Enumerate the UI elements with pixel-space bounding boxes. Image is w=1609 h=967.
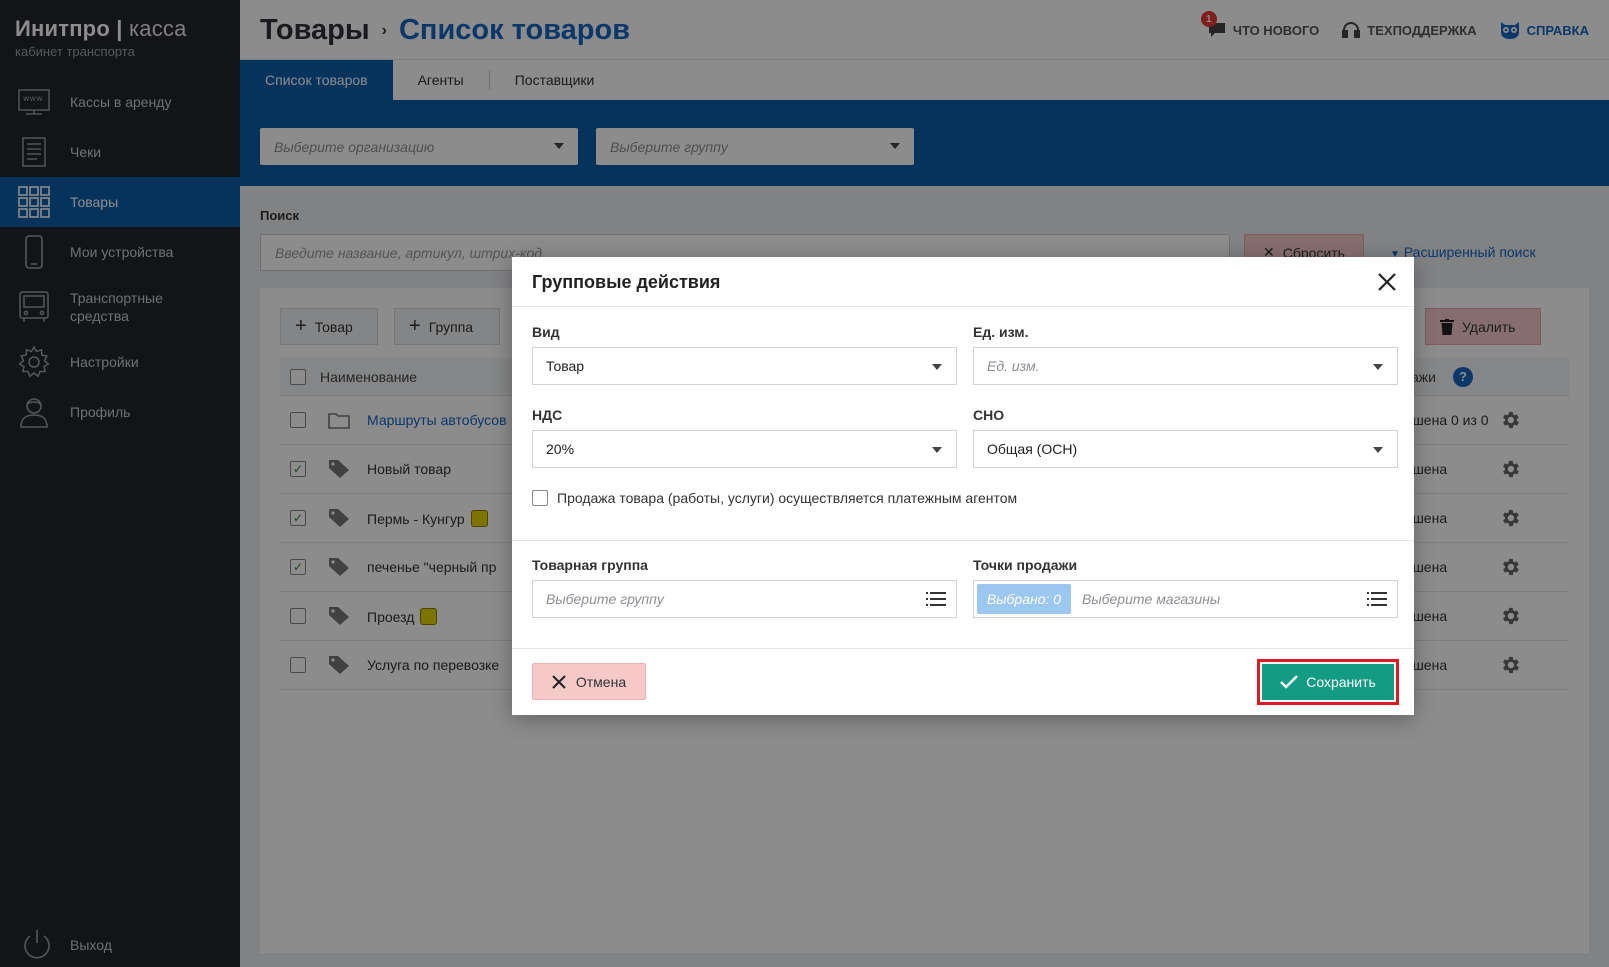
tax-system-value: Общая (ОСН) <box>987 441 1078 457</box>
sale-points-select[interactable]: Выбрано: 0 Выберите магазины <box>973 580 1398 618</box>
save-highlight-frame: Сохранить <box>1257 659 1399 705</box>
unit-label: Ед. изм. <box>973 324 1029 340</box>
product-group-label: Товарная группа <box>532 557 648 573</box>
dialog-title: Групповые действия <box>532 272 721 292</box>
type-select[interactable]: Товар <box>532 347 957 385</box>
caret-down-icon <box>1373 447 1383 453</box>
vat-select[interactable]: 20% <box>532 430 957 468</box>
product-group-placeholder: Выберите группу <box>546 591 664 607</box>
caret-down-icon <box>932 447 942 453</box>
caret-down-icon <box>1373 364 1383 370</box>
dialog-divider <box>512 648 1414 649</box>
cancel-label: Отмена <box>575 673 627 690</box>
dialog-divider <box>512 540 1414 541</box>
unit-select[interactable]: Ед. изм. <box>973 347 1398 385</box>
sale-points-label: Точки продажи <box>973 557 1078 573</box>
dialog-header: Групповые действия <box>512 257 1414 307</box>
unit-select-placeholder: Ед. изм. <box>987 358 1040 374</box>
checkmark-icon <box>1280 675 1299 689</box>
list-icon <box>926 592 946 606</box>
payment-agent-checkbox[interactable] <box>532 490 548 506</box>
close-icon <box>552 674 566 689</box>
vat-select-value: 20% <box>546 441 575 457</box>
group-actions-dialog: Групповые действия Вид Товар Ед. изм. Ед… <box>512 257 1414 715</box>
tax-system-select[interactable]: Общая (ОСН) <box>973 430 1398 468</box>
type-select-value: Товар <box>546 358 585 374</box>
vat-label: НДС <box>532 407 563 423</box>
payment-agent-label: Продажа товара (работы, услуги) осуществ… <box>557 490 1018 506</box>
cancel-button[interactable]: Отмена <box>532 663 646 700</box>
tax-system-label: СНО <box>973 407 1005 423</box>
selected-count-badge: Выбрано: 0 <box>977 584 1071 614</box>
sale-points-placeholder: Выберите магазины <box>1082 591 1221 607</box>
product-group-select[interactable]: Выберите группу <box>532 580 957 618</box>
save-label: Сохранить <box>1306 674 1376 690</box>
payment-agent-option[interactable]: Продажа товара (работы, услуги) осуществ… <box>532 490 1017 506</box>
list-icon <box>1367 592 1387 606</box>
close-icon[interactable] <box>1376 271 1398 293</box>
type-label: Вид <box>532 324 560 340</box>
save-button[interactable]: Сохранить <box>1262 664 1394 700</box>
caret-down-icon <box>932 364 942 370</box>
